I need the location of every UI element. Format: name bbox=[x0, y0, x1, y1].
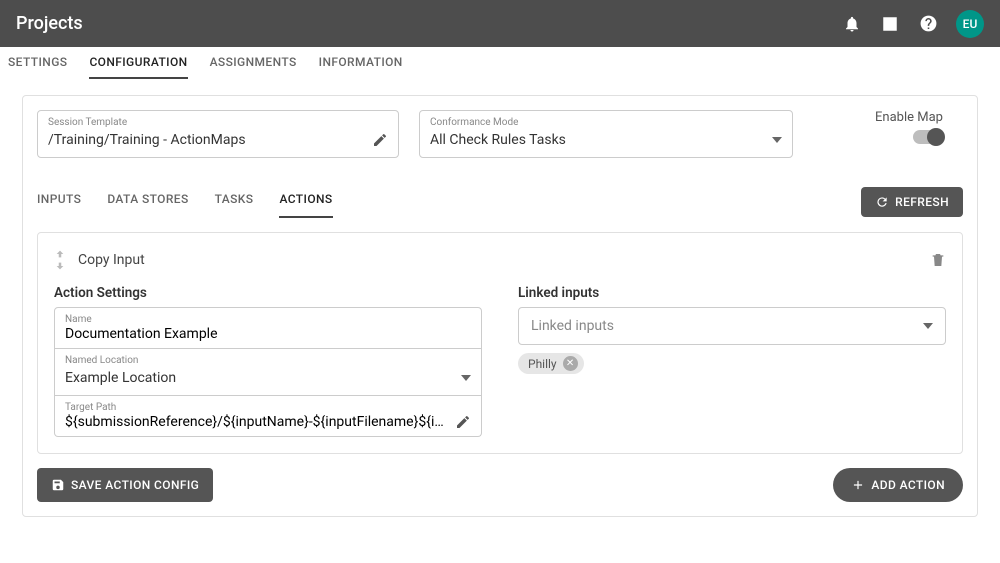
target-path-input[interactable] bbox=[65, 414, 449, 430]
name-field[interactable]: Name bbox=[54, 307, 482, 349]
save-action-config-button[interactable]: SAVE ACTION CONFIG bbox=[37, 468, 213, 502]
sub-tab-inputs[interactable]: INPUTS bbox=[37, 186, 81, 218]
linked-inputs-col: Linked inputs Linked inputs Philly ✕ bbox=[518, 285, 946, 437]
main-tabs: SETTINGS CONFIGURATION ASSIGNMENTS INFOR… bbox=[0, 47, 1000, 79]
topbar: Projects EU bbox=[0, 0, 1000, 47]
enable-map-group: Enable Map bbox=[813, 110, 963, 148]
target-path-label: Target Path bbox=[65, 402, 471, 414]
sub-tabs: INPUTS DATA STORES TASKS ACTIONS bbox=[37, 186, 333, 218]
chip-close-icon[interactable]: ✕ bbox=[563, 356, 578, 371]
named-location-label: Named Location bbox=[65, 355, 471, 367]
trash-icon[interactable] bbox=[930, 251, 946, 269]
save-icon bbox=[51, 478, 65, 492]
refresh-icon bbox=[875, 195, 889, 209]
linked-input-chip: Philly ✕ bbox=[518, 353, 584, 374]
avatar[interactable]: EU bbox=[956, 10, 984, 38]
pencil-icon[interactable] bbox=[455, 414, 471, 430]
chip-label: Philly bbox=[528, 357, 557, 371]
chevron-down-icon bbox=[923, 323, 933, 329]
named-location-field[interactable]: Named Location Example Location bbox=[54, 349, 482, 396]
save-label: SAVE ACTION CONFIG bbox=[71, 478, 199, 492]
conformance-mode-value: All Check Rules Tasks bbox=[430, 129, 566, 151]
refresh-label: REFRESH bbox=[895, 195, 949, 209]
arrow-up-icon bbox=[54, 249, 66, 259]
arrow-down-icon bbox=[54, 261, 66, 271]
conformance-mode-label: Conformance Mode bbox=[430, 117, 782, 129]
action-settings-title: Action Settings bbox=[54, 285, 482, 301]
linked-inputs-placeholder: Linked inputs bbox=[531, 318, 614, 334]
sub-tab-tasks[interactable]: TASKS bbox=[215, 186, 254, 218]
tab-settings[interactable]: SETTINGS bbox=[8, 47, 67, 79]
chart-icon[interactable] bbox=[880, 14, 900, 34]
config-card: Session Template /Training/Training - Ac… bbox=[22, 95, 978, 517]
reorder-arrows[interactable] bbox=[54, 249, 66, 271]
page-title: Projects bbox=[16, 13, 83, 34]
named-location-value: Example Location bbox=[65, 367, 176, 389]
session-template-label: Session Template bbox=[48, 117, 388, 129]
refresh-button[interactable]: REFRESH bbox=[861, 187, 963, 217]
target-path-field[interactable]: Target Path bbox=[54, 396, 482, 437]
topbar-actions: EU bbox=[842, 10, 984, 38]
session-template-value: /Training/Training - ActionMaps bbox=[48, 129, 246, 151]
enable-map-toggle[interactable] bbox=[913, 130, 943, 144]
bell-icon[interactable] bbox=[842, 14, 862, 34]
tab-assignments[interactable]: ASSIGNMENTS bbox=[210, 47, 297, 79]
linked-inputs-title: Linked inputs bbox=[518, 285, 946, 301]
add-action-label: ADD ACTION bbox=[871, 478, 945, 492]
tab-configuration[interactable]: CONFIGURATION bbox=[89, 47, 187, 79]
sub-tab-data-stores[interactable]: DATA STORES bbox=[107, 186, 188, 218]
name-input[interactable] bbox=[65, 326, 471, 342]
chevron-down-icon[interactable] bbox=[772, 137, 782, 143]
help-icon[interactable] bbox=[918, 14, 938, 34]
name-label: Name bbox=[65, 314, 471, 326]
linked-inputs-select[interactable]: Linked inputs bbox=[518, 307, 946, 345]
action-title: Copy Input bbox=[78, 252, 145, 268]
session-template-field[interactable]: Session Template /Training/Training - Ac… bbox=[37, 110, 399, 158]
chevron-down-icon[interactable] bbox=[461, 375, 471, 381]
add-action-button[interactable]: ADD ACTION bbox=[833, 468, 963, 502]
tab-information[interactable]: INFORMATION bbox=[319, 47, 403, 79]
plus-icon bbox=[851, 478, 865, 492]
sub-tab-actions[interactable]: ACTIONS bbox=[279, 186, 332, 218]
action-settings-col: Action Settings Name Named Location Exam… bbox=[54, 285, 482, 437]
enable-map-label: Enable Map bbox=[813, 110, 943, 125]
action-card: Copy Input Action Settings Name bbox=[37, 232, 963, 454]
conformance-mode-field[interactable]: Conformance Mode All Check Rules Tasks bbox=[419, 110, 793, 158]
pencil-icon[interactable] bbox=[372, 132, 388, 148]
